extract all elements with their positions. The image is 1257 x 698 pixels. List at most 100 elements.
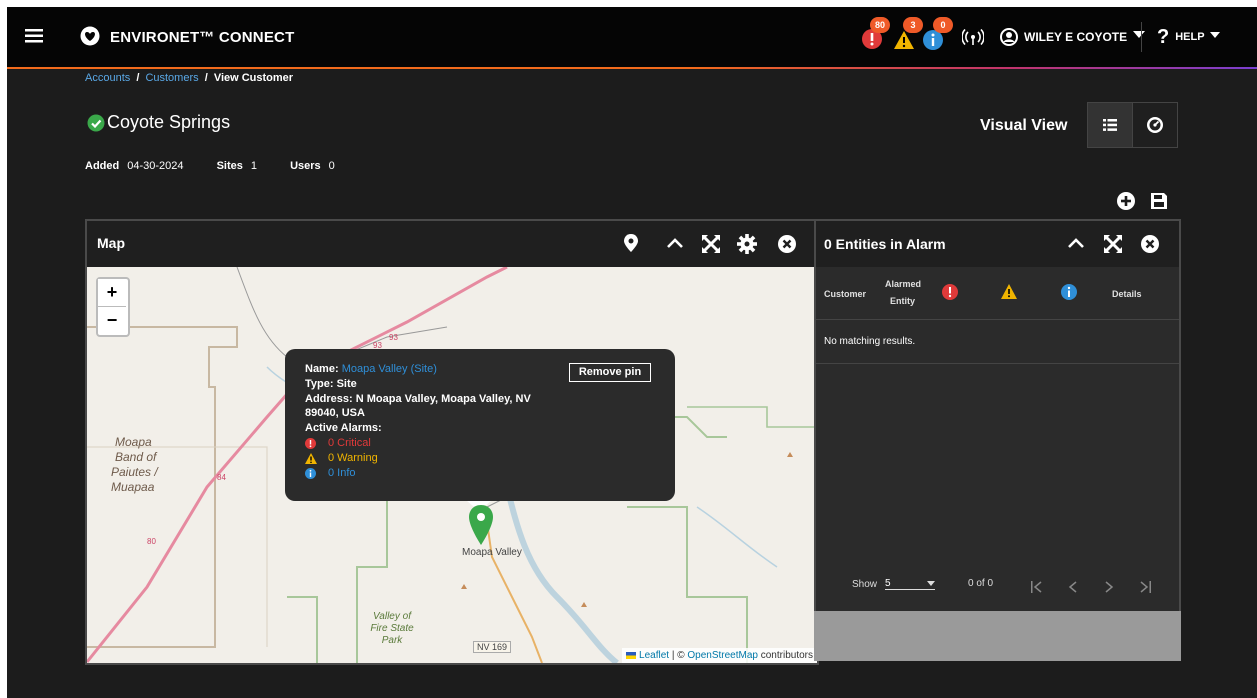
breadcrumb-accounts-link[interactable]: Accounts: [85, 72, 130, 84]
popup-critical-count: 0 Critical: [328, 437, 371, 449]
user-menu-button[interactable]: WILEY E COYOTE: [1000, 27, 1146, 47]
popup-site-link[interactable]: Moapa Valley (Site): [342, 363, 437, 375]
first-page-icon[interactable]: [1030, 581, 1044, 593]
zoom-control: + −: [96, 277, 130, 337]
page-size-value: 5: [885, 578, 891, 589]
caret-down-icon: [927, 581, 936, 586]
page-range: 0 of 0: [968, 578, 994, 589]
map-route-shield: NV 169: [473, 641, 512, 653]
save-layout-icon[interactable]: [1150, 192, 1168, 210]
collapse-chevron-up-icon[interactable]: [667, 237, 683, 249]
map-label-reservation: Moapa: [115, 435, 152, 449]
settings-gear-icon[interactable]: [737, 234, 757, 254]
breadcrumb: Accounts / Customers / View Customer: [85, 72, 293, 84]
users-value: 0: [328, 160, 335, 172]
col-info-icon[interactable]: [1061, 284, 1077, 300]
caret-down-icon: [1209, 31, 1220, 38]
dashboard-view-toggle[interactable]: [1132, 102, 1178, 148]
map-route-number: 84: [217, 473, 226, 482]
popup-name-label: Name:: [305, 363, 339, 375]
map-widget-header: Map: [87, 221, 817, 267]
col-customer[interactable]: Customer: [824, 289, 866, 299]
map-route-number: 80: [147, 537, 156, 546]
question-mark-icon: ?: [1157, 25, 1170, 48]
map-label-park: Fire State: [370, 623, 414, 634]
zoom-out-button[interactable]: −: [98, 307, 126, 333]
col-alarmed-entity-2: Entity: [890, 296, 916, 306]
next-page-icon[interactable]: [1104, 581, 1114, 593]
info-icon: [923, 30, 943, 50]
warning-triangle-icon: [305, 452, 317, 464]
map-label-park: Park: [381, 635, 403, 646]
popup-alarms-label: Active Alarms:: [305, 422, 382, 434]
list-view-toggle[interactable]: [1087, 102, 1133, 148]
col-critical-icon[interactable]: [942, 284, 958, 300]
site-map-marker-icon[interactable]: [469, 505, 493, 545]
remove-pin-button[interactable]: Remove pin: [569, 363, 651, 382]
close-widget-icon[interactable]: [1140, 234, 1160, 254]
view-label: Visual View: [980, 117, 1068, 134]
warning-triangle-icon: [894, 31, 914, 49]
add-widget-icon[interactable]: [1117, 192, 1135, 210]
alarm-table-empty-row: No matching results.: [816, 319, 1179, 364]
leaflet-link[interactable]: Leaflet: [639, 650, 669, 661]
help-menu-button[interactable]: ? HELP: [1157, 26, 1220, 48]
info-count-badge: 0: [933, 17, 953, 33]
page-size-control: Show 5: [852, 578, 936, 590]
col-warning-icon[interactable]: [1001, 284, 1017, 299]
col-details[interactable]: Details: [1112, 289, 1142, 299]
alarm-table-header: Customer Alarmed Entity Details: [816, 267, 1179, 320]
popup-address-2: 89040, USA: [305, 407, 365, 419]
expand-arrows-icon[interactable]: [1103, 234, 1123, 254]
ukraine-flag-icon: [626, 651, 637, 659]
breadcrumb-separator: /: [136, 72, 140, 84]
warning-alarms-button[interactable]: 3: [893, 17, 923, 49]
close-widget-icon[interactable]: [777, 234, 797, 254]
breadcrumb-current: View Customer: [213, 72, 294, 84]
show-label: Show: [852, 578, 878, 590]
last-page-icon[interactable]: [1138, 581, 1152, 593]
info-alarms-button[interactable]: 0: [923, 17, 953, 50]
breadcrumb-customers-link[interactable]: Customers: [145, 72, 198, 84]
popup-warning-row: 0 Warning: [305, 452, 378, 464]
map-marker-icon[interactable]: [624, 234, 638, 252]
osm-link[interactable]: OpenStreetMap: [687, 650, 758, 661]
map-canvas[interactable]: + − Moapa Band of Paiutes / Muapaa Moapa…: [87, 267, 817, 663]
alarm-widget: 0 Entities in Alarm Customer Alarmed Ent…: [814, 219, 1181, 613]
col-alarmed-entity[interactable]: Alarmed: [885, 279, 921, 289]
added-label: Added: [85, 160, 120, 172]
user-name: WILEY E COYOTE: [1024, 30, 1128, 44]
popup-address: Address: N Moapa Valley, Moapa Valley, N…: [305, 393, 531, 405]
attribution-separator: | ©: [671, 650, 685, 661]
empty-message: No matching results.: [824, 336, 916, 347]
navbar-accent-line: [7, 67, 1257, 69]
map-label-park: Valley of: [373, 611, 411, 622]
popup-info-row: 0 Info: [305, 467, 356, 479]
map-label-town: Moapa Valley: [462, 547, 522, 558]
alarm-widget-title: 0 Entities in Alarm: [824, 236, 946, 252]
top-navbar: ENVIRONET™ CONNECT 80 3 0 WILEY E COYOTE…: [7, 7, 1257, 67]
gauge-icon: [1147, 117, 1163, 133]
map-widget: Map + − Moapa Band of Paiutes / Muapaa M…: [85, 219, 819, 665]
broadcast-signal-icon[interactable]: [962, 29, 984, 45]
app-brand: ENVIRONET™ CONNECT: [110, 29, 295, 46]
map-widget-title: Map: [97, 235, 125, 251]
previous-page-icon[interactable]: [1068, 581, 1078, 593]
warning-count-badge: 3: [903, 17, 923, 33]
critical-count-badge: 80: [870, 17, 890, 33]
map-label-reservation: Paiutes /: [111, 465, 158, 479]
popup-type: Type: Site: [305, 378, 357, 390]
caret-down-icon: [1133, 31, 1146, 38]
breadcrumb-separator: /: [204, 72, 208, 84]
info-icon: [305, 467, 316, 479]
map-route-number: 93: [389, 333, 398, 342]
expand-arrows-icon[interactable]: [701, 234, 721, 254]
zoom-in-button[interactable]: +: [98, 279, 126, 305]
hamburger-menu-icon[interactable]: [25, 29, 43, 43]
sites-label: Sites: [216, 160, 243, 172]
sites-value: 1: [250, 160, 257, 172]
added-value: 04-30-2024: [127, 160, 184, 172]
critical-alarms-button[interactable]: 80: [862, 17, 890, 49]
collapse-chevron-up-icon[interactable]: [1068, 237, 1084, 249]
page-size-select[interactable]: 5: [885, 578, 936, 590]
